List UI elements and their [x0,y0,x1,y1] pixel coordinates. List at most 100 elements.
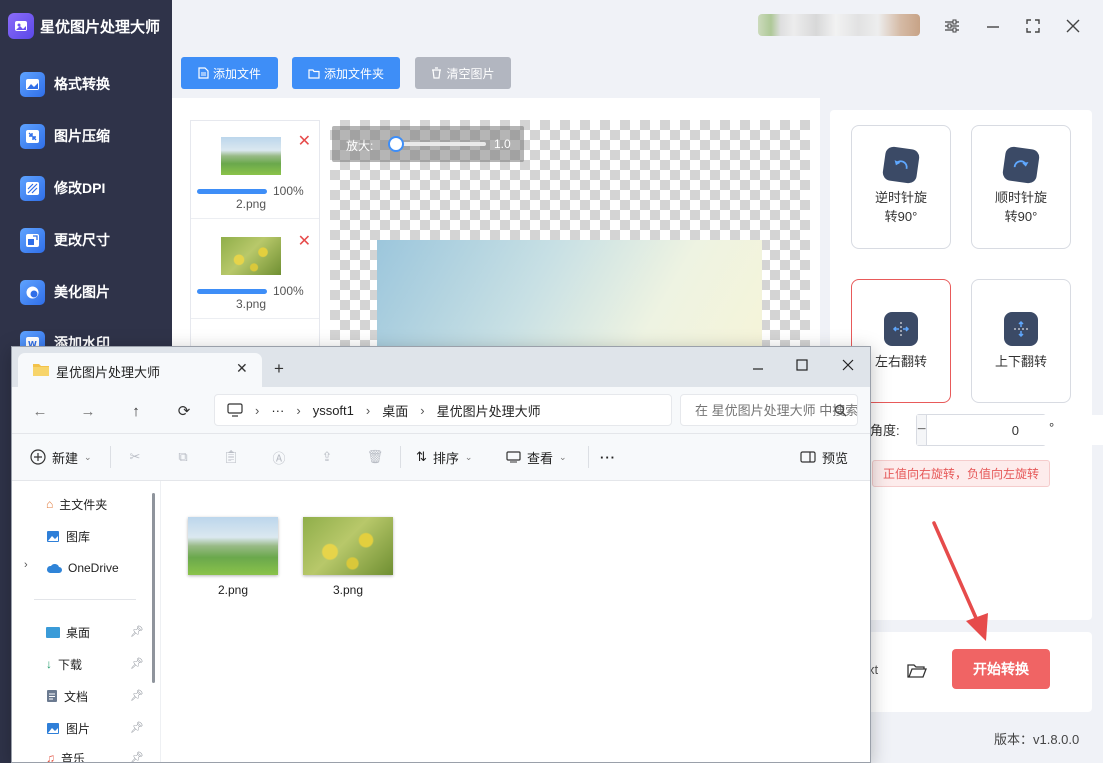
cut-icon[interactable]: ✂ [124,446,146,468]
rotation-hint: 正值向右旋转，负值向左旋转 [872,460,1050,487]
sidebar-item-resize[interactable]: 更改尺寸 [20,225,110,255]
new-tab-button[interactable]: + [274,359,284,379]
divider [588,446,589,468]
explorer-navigation-pane: ⌂ 主文件夹 图库 › OneDrive 桌面 📌︎ ↓ 下载 📌︎ 文档 📌︎ [12,481,160,763]
pin-icon[interactable]: 📌︎ [130,657,144,670]
tab-close-icon[interactable]: ✕ [236,360,248,377]
breadcrumb-item[interactable]: yssoft1 [313,403,354,418]
nav-item-desktop[interactable]: 桌面 [46,621,90,643]
zoom-slider-track[interactable] [396,142,486,146]
nav-item-pictures[interactable]: 图片 [46,717,90,739]
back-arrow-icon[interactable]: ← [28,399,52,423]
paste-icon[interactable]: 📋︎ [220,446,242,468]
chevron-right-icon: › [420,402,425,418]
share-icon[interactable]: ⇪ [316,446,338,468]
chevron-down-icon: ⌄ [559,451,567,462]
folder-icon [308,68,320,79]
expand-chevron-icon[interactable]: › [24,559,28,571]
computer-icon [227,403,243,417]
user-account-avatar[interactable] [758,14,920,36]
sidebar-item-label: 美化图片 [54,284,110,300]
rename-icon[interactable]: Ⓐ [268,446,290,468]
nav-item-label: 图片 [66,721,91,736]
nav-item-label: 图库 [66,529,91,544]
forward-arrow-icon[interactable]: → [76,399,100,423]
nav-item-documents[interactable]: 文档 [46,685,88,707]
view-button[interactable]: 查看 ⌄ [506,444,567,470]
file-item[interactable]: 3.png [298,517,398,597]
remove-close-icon[interactable]: ✕ [298,231,311,251]
add-folder-label: 添加文件夹 [323,66,384,81]
up-arrow-icon[interactable]: ↑ [124,399,148,423]
divider [110,446,111,468]
nav-item-music[interactable]: ♫ 音乐 [46,747,85,763]
sidebar-item-dpi[interactable]: 修改DPI [20,173,105,203]
remove-close-icon[interactable]: ✕ [298,131,311,151]
explorer-close-icon[interactable] [830,351,866,379]
nav-item-label: OneDrive [68,561,119,575]
nav-item-gallery[interactable]: 图库 [46,525,90,547]
pin-icon[interactable]: 📌︎ [130,721,144,734]
list-item[interactable]: ✕ 100% 3.png [191,221,319,319]
clear-images-button[interactable]: 清空图片 [415,57,511,89]
add-file-button[interactable]: 添加文件 [181,57,278,89]
sidebar-item-compress[interactable]: 图片压缩 [20,121,110,151]
version-label: 版本：v1.8.0.0 [994,732,1080,747]
zoom-slider-handle[interactable] [388,136,404,152]
open-folder-icon[interactable] [904,658,930,684]
pin-icon[interactable]: 📌︎ [130,625,144,638]
rotate-ccw-button[interactable]: 逆时针旋 转90° [851,125,951,249]
new-button-label: 新建 [52,450,79,466]
breadcrumb-item[interactable]: 桌面 [382,401,408,420]
angle-decrease-button[interactable]: − [917,415,927,445]
pin-icon[interactable]: 📌︎ [130,689,144,702]
chevron-down-icon: ⌄ [464,451,473,462]
nav-item-downloads[interactable]: ↓ 下载 [46,653,82,675]
maximize-icon[interactable] [1019,12,1047,40]
minimize-icon[interactable] [979,12,1007,40]
sort-button[interactable]: ⇅ 排序 ⌄ [416,444,472,470]
start-convert-button[interactable]: 开始转换 [952,649,1050,689]
close-icon[interactable] [1059,12,1087,40]
image-thumbnail [221,137,281,175]
nav-pane-scrollbar[interactable] [152,493,155,683]
nav-item-onedrive[interactable]: OneDrive [46,557,119,579]
breadcrumb-more[interactable]: ··· [271,403,284,418]
angle-input[interactable] [926,415,1103,445]
nav-item-home[interactable]: ⌂ 主文件夹 [46,493,107,515]
settings-sliders-icon[interactable] [938,12,966,40]
beautify-icon [20,279,45,305]
new-button[interactable]: 新建 ⌄ [30,444,92,470]
refresh-icon[interactable]: ⟳ [172,399,196,423]
sidebar-item-beautify[interactable]: 美化图片 [20,277,110,307]
explorer-maximize-icon[interactable] [784,351,820,379]
sort-button-label: 排序 [432,450,459,466]
rotate-ccw-icon [881,145,921,185]
add-folder-button[interactable]: 添加文件夹 [292,57,400,89]
annotation-arrow-icon [932,521,988,641]
explorer-tab[interactable]: 星优图片处理大师 ✕ [18,353,262,387]
list-item[interactable]: ✕ 100% 2.png [191,121,319,219]
zoom-value: 1.0 [494,137,511,151]
copy-icon[interactable]: ⧉ [172,446,194,468]
pin-icon[interactable]: 📌︎ [130,751,144,762]
file-item[interactable]: 2.png [183,517,283,597]
clear-images-label: 清空图片 [446,66,495,81]
preview-pane-button[interactable]: 预览 [800,444,848,470]
more-options-button[interactable]: ··· [600,444,616,470]
search-input[interactable] [680,394,858,426]
rotate-cw-button[interactable]: 顺时针旋 转90° [971,125,1071,249]
file-name: 3.png [332,583,364,597]
app-logo-icon [8,13,34,39]
delete-icon[interactable]: 🗑︎ [364,446,386,468]
resize-icon [20,227,45,253]
flip-vertical-button[interactable]: 上下翻转 [971,279,1071,403]
music-icon: ♫ [46,751,55,763]
file-thumbnail [188,517,278,575]
chevron-right-icon: › [296,402,301,418]
breadcrumb-item[interactable]: 星优图片处理大师 [437,401,541,420]
plus-circle-icon [30,449,46,465]
address-bar[interactable]: › ··· › yssoft1 › 桌面 › 星优图片处理大师 [214,394,672,426]
explorer-minimize-icon[interactable] [740,351,776,379]
sidebar-item-format-convert[interactable]: 格式转换 [20,69,110,99]
